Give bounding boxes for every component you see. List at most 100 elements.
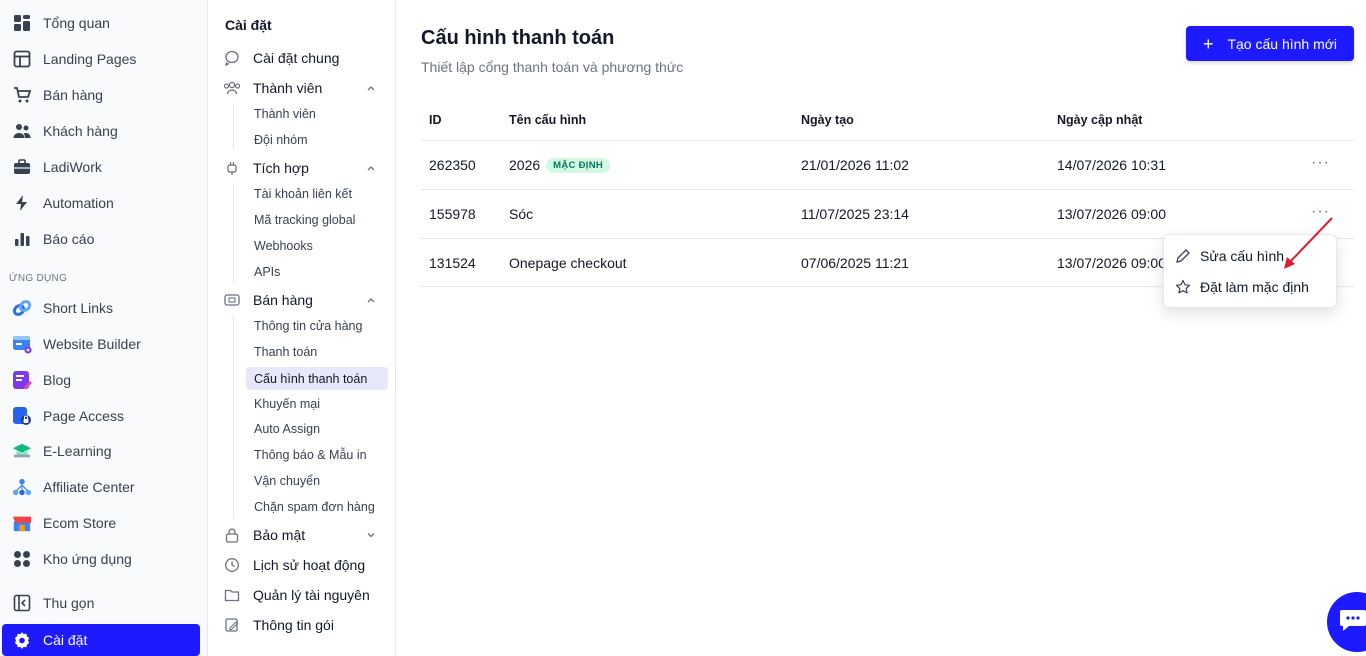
bolt-icon bbox=[12, 193, 32, 213]
settings-sub-webhooks[interactable]: Webhooks bbox=[254, 236, 313, 256]
nav-label: Kho ứng dụng bbox=[43, 551, 132, 567]
settings-sub-linked-accounts[interactable]: Tài khoản liên kết bbox=[254, 184, 352, 204]
table-row[interactable]: 262350 2026 MẶC ĐỊNH 21/01/2026 11:02 14/… bbox=[421, 140, 1354, 189]
settings-integrations[interactable]: Tích hợp bbox=[223, 157, 383, 179]
cell-id: 262350 bbox=[429, 157, 476, 173]
menu-edit-label: Sửa cấu hình bbox=[1200, 248, 1285, 264]
website-icon bbox=[12, 334, 32, 354]
settings-sales[interactable]: Bán hàng bbox=[223, 289, 383, 311]
settings-sub-store-info[interactable]: Thông tin cửa hàng bbox=[254, 316, 362, 336]
cell-name: Sóc bbox=[509, 206, 534, 222]
nav-item-sales[interactable]: Bán hàng bbox=[0, 79, 208, 111]
cell-updated: 14/07/2026 10:31 bbox=[1057, 157, 1166, 173]
nav-item-overview[interactable]: Tổng quan bbox=[0, 7, 208, 39]
menu-set-default[interactable]: Đặt làm mặc định bbox=[1174, 276, 1309, 298]
settings-label: Thành viên bbox=[253, 80, 323, 96]
chat-icon bbox=[1340, 610, 1366, 631]
nav-label: Short Links bbox=[43, 300, 114, 316]
nav-item-customers[interactable]: Khách hàng bbox=[0, 115, 208, 147]
cell-updated: 13/07/2026 09:00 bbox=[1057, 206, 1166, 222]
chevron-up-icon bbox=[365, 81, 377, 97]
nav-item-automation[interactable]: Automation bbox=[0, 187, 208, 219]
settings-resources[interactable]: Quản lý tài nguyên bbox=[223, 584, 383, 606]
nav-item-e-learning[interactable]: E-Learning bbox=[0, 435, 208, 467]
settings-sub-auto-assign[interactable]: Auto Assign bbox=[254, 419, 320, 439]
star-icon bbox=[1174, 278, 1192, 296]
cell-name: Onepage checkout bbox=[509, 255, 627, 271]
cell-updated: 13/07/2026 09:00 bbox=[1057, 255, 1166, 271]
config-name: 2026 bbox=[509, 157, 541, 173]
lock-icon bbox=[223, 526, 241, 544]
annotation-arrow-icon bbox=[1284, 217, 1333, 269]
tree-line bbox=[233, 103, 234, 149]
column-header-updated[interactable]: Ngày cập nhật bbox=[1057, 113, 1142, 127]
chat-bubble-icon bbox=[223, 49, 241, 67]
nav-item-blog[interactable]: Blog bbox=[0, 364, 208, 396]
plus-icon: + bbox=[1202, 33, 1214, 54]
settings-sub-spam-block[interactable]: Chặn spam đơn hàng bbox=[254, 497, 375, 517]
settings-sub-teams[interactable]: Đội nhóm bbox=[254, 130, 308, 150]
main-content: Cấu hình thanh toán Thiết lập cổng thanh… bbox=[397, 0, 1366, 656]
nav-item-affiliate-center[interactable]: Affiliate Center bbox=[0, 471, 208, 503]
nav-item-ladiwork[interactable]: LadiWork bbox=[0, 151, 208, 183]
users-icon bbox=[12, 121, 32, 141]
nav-item-short-links[interactable]: Short Links bbox=[0, 292, 208, 324]
apps-section-label: ỨNG DỤNG bbox=[9, 273, 68, 284]
settings-sub-notifications[interactable]: Thông báo & Mẫu in bbox=[254, 445, 367, 465]
nav-label: Thu gọn bbox=[43, 595, 95, 611]
layout-icon bbox=[12, 49, 32, 69]
briefcase-icon bbox=[12, 157, 32, 177]
settings-activity-history[interactable]: Lịch sử hoạt động bbox=[223, 554, 383, 576]
nav-item-landing-pages[interactable]: Landing Pages bbox=[0, 43, 208, 75]
settings-plan-info[interactable]: Thông tin gói bbox=[223, 614, 383, 636]
nav-item-page-access[interactable]: Page Access bbox=[0, 400, 208, 432]
store-icon bbox=[12, 513, 32, 533]
settings-label: Bán hàng bbox=[253, 292, 313, 308]
settings-sub-members[interactable]: Thành viên bbox=[254, 104, 316, 124]
menu-edit-config[interactable]: Sửa cấu hình bbox=[1174, 245, 1284, 267]
nav-label: Cài đặt bbox=[43, 632, 88, 648]
settings-sub-tracking[interactable]: Mã tracking global bbox=[254, 210, 355, 230]
column-header-created[interactable]: Ngày tạo bbox=[801, 113, 854, 127]
column-header-id[interactable]: ID bbox=[429, 113, 442, 127]
nav-item-website-builder[interactable]: Website Builder bbox=[0, 328, 208, 360]
page-subtitle: Thiết lập cổng thanh toán và phương thức bbox=[421, 59, 684, 75]
nav-label: Báo cáo bbox=[43, 231, 95, 247]
nav-label: Bán hàng bbox=[43, 87, 103, 103]
link-icon bbox=[12, 298, 32, 318]
more-options-icon[interactable]: ··· bbox=[1311, 154, 1330, 172]
nav-label: Affiliate Center bbox=[43, 479, 135, 495]
chevron-down-icon bbox=[365, 528, 377, 544]
nav-label: Ecom Store bbox=[43, 515, 117, 531]
tree-line bbox=[233, 315, 234, 519]
nav-item-settings[interactable]: Cài đặt bbox=[2, 624, 200, 656]
cart-icon bbox=[12, 85, 32, 105]
main-sidebar: Tổng quan Landing Pages Bán hàng Khách h… bbox=[0, 0, 208, 656]
create-config-button[interactable]: + Tạo cấu hình mới bbox=[1186, 26, 1354, 61]
settings-sub-payment-config[interactable]: Cấu hình thanh toán bbox=[246, 367, 388, 390]
graduation-icon bbox=[12, 441, 32, 461]
settings-members[interactable]: Thành viên bbox=[223, 77, 383, 99]
gear-icon bbox=[12, 630, 32, 650]
nav-item-reports[interactable]: Báo cáo bbox=[0, 223, 208, 255]
nav-label: Automation bbox=[43, 195, 114, 211]
ticket-icon bbox=[223, 291, 241, 309]
nav-item-collapse[interactable]: Thu gọn bbox=[0, 587, 208, 619]
chevron-up-icon bbox=[365, 293, 377, 309]
settings-security[interactable]: Bảo mật bbox=[223, 524, 383, 546]
nav-label: Page Access bbox=[43, 408, 124, 424]
nav-item-app-store[interactable]: Kho ứng dụng bbox=[0, 543, 208, 575]
settings-sub-payment[interactable]: Thanh toán bbox=[254, 342, 317, 362]
settings-sub-apis[interactable]: APIs bbox=[254, 262, 280, 282]
cell-name: 2026 MẶC ĐỊNH bbox=[509, 157, 611, 173]
nav-item-ecom-store[interactable]: Ecom Store bbox=[0, 507, 208, 539]
settings-sub-promotions[interactable]: Khuyến mại bbox=[254, 394, 320, 414]
settings-general[interactable]: Cài đặt chung bbox=[223, 47, 383, 69]
settings-title: Cài đặt bbox=[225, 17, 272, 33]
cell-created: 21/01/2026 11:02 bbox=[801, 157, 909, 173]
network-icon bbox=[12, 477, 32, 497]
table-row[interactable]: 155978 Sóc 11/07/2025 23:14 13/07/2026 0… bbox=[421, 189, 1354, 238]
settings-sub-shipping[interactable]: Vận chuyển bbox=[254, 471, 320, 491]
nav-label: Khách hàng bbox=[43, 123, 118, 139]
column-header-name[interactable]: Tên cấu hình bbox=[509, 113, 586, 127]
